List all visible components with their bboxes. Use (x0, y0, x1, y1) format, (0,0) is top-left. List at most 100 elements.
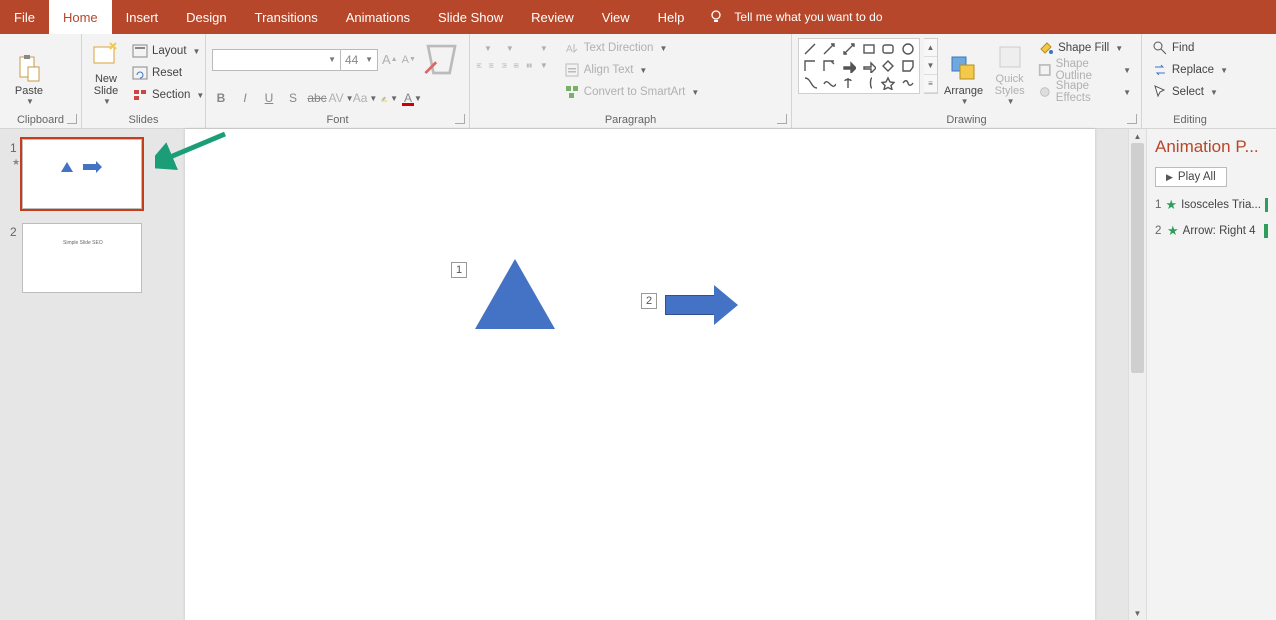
font-launcher[interactable] (455, 114, 465, 124)
font-name-combo[interactable]: ▼ (212, 49, 340, 71)
font-color-button[interactable]: A▼ (404, 89, 422, 107)
section-button[interactable]: Section▼ (128, 85, 208, 105)
tab-review[interactable]: Review (517, 0, 588, 34)
scroll-down-icon[interactable]: ▼ (1129, 606, 1146, 620)
new-slide-button[interactable]: New Slide ▼ (88, 38, 124, 108)
shape-effects-button[interactable]: Shape Effects▼ (1034, 82, 1135, 102)
shrink-font-icon[interactable]: A▼ (402, 51, 416, 69)
paragraph-launcher[interactable] (777, 114, 787, 124)
select-button[interactable]: Select▼ (1148, 82, 1232, 102)
mini-arrow-icon (83, 164, 97, 170)
animation-item-2[interactable]: 2 ★ Arrow: Right 4 (1155, 223, 1268, 239)
convert-smartart-button[interactable]: Convert to SmartArt▼ (560, 82, 704, 102)
shape-fill-icon (1038, 40, 1054, 56)
animation-item-1[interactable]: 1 ★ Isosceles Tria... (1155, 197, 1268, 213)
arrange-button[interactable]: Arrange▼ (942, 38, 985, 108)
shape-fill-button[interactable]: Shape Fill▼ (1034, 38, 1135, 58)
bold-button[interactable]: B (212, 89, 230, 107)
quick-styles-button[interactable]: Quick Styles▼ (989, 38, 1030, 108)
scroll-thumb[interactable] (1131, 143, 1144, 373)
animation-tag-1[interactable]: 1 (451, 262, 467, 278)
strike-button[interactable]: abc (308, 89, 326, 107)
animation-pane-title: Animation P... (1155, 137, 1268, 157)
find-button[interactable]: Find (1148, 38, 1232, 58)
thumb-2-text: Simple Slide SEO (63, 240, 103, 246)
new-slide-label: New Slide (94, 73, 118, 97)
group-editing-label: Editing (1142, 114, 1238, 126)
tab-file[interactable]: File (0, 0, 49, 34)
highlight-button[interactable]: ▼ (380, 89, 398, 107)
layout-button[interactable]: Layout▼ (128, 41, 208, 61)
replace-button[interactable]: Replace▼ (1148, 60, 1232, 80)
thumb-slide-2[interactable]: Simple Slide SEO (22, 223, 142, 293)
lightbulb-icon (708, 9, 724, 25)
paste-icon (13, 53, 45, 85)
tab-help[interactable]: Help (644, 0, 699, 34)
play-all-button[interactable]: ▶ Play All (1155, 167, 1227, 187)
tab-strip: File Home Insert Design Transitions Anim… (0, 0, 1276, 34)
tab-view[interactable]: View (588, 0, 644, 34)
font-size-combo[interactable]: 44▼ (340, 49, 378, 71)
char-spacing-button[interactable]: AV▼ (332, 89, 350, 107)
slide-thumbnails: 1 ★ 2 Simple Slide SEO (0, 129, 165, 620)
shape-arrow[interactable] (665, 295, 715, 315)
shape-gallery-scroll[interactable]: ▲▼≡ (924, 38, 938, 94)
timing-bar (1265, 198, 1268, 212)
shape-triangle[interactable] (475, 259, 555, 329)
clipboard-launcher[interactable] (67, 114, 77, 124)
group-slides: New Slide ▼ Layout▼ Reset Section▼ Slide… (82, 34, 206, 128)
underline-button[interactable]: U (260, 89, 278, 107)
reset-button[interactable]: Reset (128, 63, 208, 83)
entrance-star-icon: ★ (1167, 223, 1179, 239)
group-clipboard: Paste ▼ Clipboard (0, 34, 82, 128)
thumb-2-number: 2 (10, 223, 22, 239)
italic-button[interactable]: I (236, 89, 254, 107)
slide-canvas[interactable]: 1 2 (185, 129, 1095, 620)
tab-home[interactable]: Home (49, 0, 112, 34)
section-icon (132, 87, 148, 103)
change-case-button[interactable]: Aa▼ (356, 89, 374, 107)
shape-outline-button[interactable]: Shape Outline▼ (1034, 60, 1135, 80)
clear-format-icon[interactable] (420, 38, 463, 81)
tell-me-label: Tell me what you want to do (734, 10, 882, 24)
align-text-button[interactable]: Align Text▼ (560, 60, 704, 80)
paste-button[interactable]: Paste ▼ (6, 38, 52, 108)
group-drawing-label: Drawing (792, 114, 1141, 126)
ribbon: Paste ▼ Clipboard New Slide ▼ Layout▼ Re… (0, 34, 1276, 129)
select-icon (1152, 84, 1168, 100)
shape-gallery[interactable] (798, 38, 920, 94)
shadow-button[interactable]: S (284, 89, 302, 107)
group-drawing: ▲▼≡ Arrange▼ Quick Styles▼ Shape Fill▼ S… (792, 34, 1142, 128)
quick-styles-icon (994, 41, 1026, 73)
tab-design[interactable]: Design (172, 0, 240, 34)
tell-me[interactable]: Tell me what you want to do (708, 0, 882, 34)
arrange-icon (948, 53, 980, 85)
text-direction-button[interactable]: AText Direction▼ (560, 38, 704, 58)
caret-icon: ▼ (26, 97, 34, 106)
tab-slideshow[interactable]: Slide Show (424, 0, 517, 34)
tab-animations[interactable]: Animations (332, 0, 424, 34)
group-font-label: Font (206, 114, 469, 126)
justify-icon[interactable] (513, 61, 519, 70)
align-right-icon[interactable] (501, 61, 507, 70)
tab-transitions[interactable]: Transitions (241, 0, 332, 34)
thumb-slide-1[interactable] (22, 139, 142, 209)
smartart-icon (564, 84, 580, 100)
align-center-icon[interactable] (488, 61, 494, 70)
svg-text:A: A (566, 44, 573, 55)
tab-insert[interactable]: Insert (112, 0, 173, 34)
animation-indicator-icon: ★ (12, 157, 20, 168)
layout-icon (132, 43, 148, 59)
shape-arrow-head (714, 285, 738, 325)
reset-icon (132, 65, 148, 81)
drawing-launcher[interactable] (1127, 114, 1137, 124)
grow-font-icon[interactable]: A▲ (382, 51, 398, 69)
animation-tag-2[interactable]: 2 (641, 293, 657, 309)
vertical-scrollbar[interactable]: ▲ ▼ (1128, 129, 1146, 620)
align-left-icon[interactable] (476, 61, 482, 70)
columns-icon[interactable] (526, 61, 532, 70)
scroll-up-icon[interactable]: ▲ (1129, 129, 1146, 143)
play-icon: ▶ (1166, 172, 1173, 183)
mini-triangle-icon (61, 162, 73, 172)
align-text-icon (564, 62, 580, 78)
